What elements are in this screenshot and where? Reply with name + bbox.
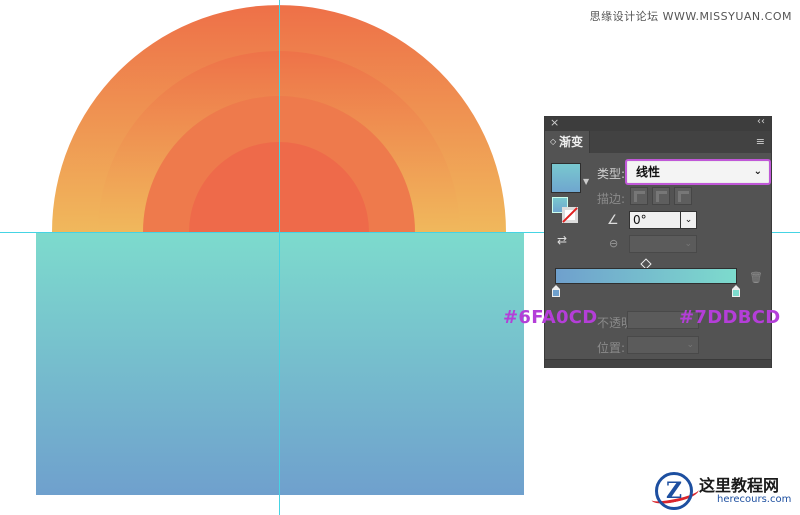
tab-gradient[interactable]: ◇ 渐变 (545, 131, 590, 153)
close-icon[interactable]: × (550, 116, 559, 129)
panel-resize-bar[interactable] (545, 359, 771, 368)
stroke-across-button[interactable] (674, 187, 692, 205)
stroke-within-button[interactable] (630, 187, 648, 205)
chevron-down-icon[interactable]: ⌄ (754, 162, 762, 182)
panel-menu-icon[interactable]: ≡ (756, 135, 765, 148)
tab-expand-icon[interactable]: ◇ (550, 131, 556, 153)
logo-cn-text: 这里教程网 (699, 476, 780, 495)
logo-mark: Z (655, 472, 693, 510)
aspect-ratio-input[interactable]: ⌄ (629, 235, 697, 253)
gradient-stop-right[interactable] (732, 285, 740, 297)
position-label: 位置: (597, 341, 626, 355)
angle-icon: ∠ (607, 213, 619, 228)
type-select[interactable]: 线性 ⌄ (625, 159, 771, 185)
right-stop-hex-label: #7DDBCD (679, 307, 781, 328)
vertical-guide (279, 0, 280, 515)
collapse-icon[interactable]: ‹‹ (757, 116, 765, 127)
type-label: 类型: (597, 167, 626, 181)
type-value: 线性 (636, 165, 661, 179)
trash-icon[interactable]: 🗑 (749, 271, 763, 284)
gradient-swatch[interactable] (551, 163, 581, 193)
angle-input[interactable]: 0° (629, 211, 681, 229)
swatch-dropdown-icon[interactable]: ▼ (583, 177, 589, 186)
tab-label: 渐变 (559, 135, 584, 149)
fill-stroke-toggle[interactable] (552, 197, 578, 223)
stroke-along-button[interactable] (652, 187, 670, 205)
watermark-text: 思缘设计论坛 WWW.MISSYUAN.COM (589, 10, 792, 23)
logo-en-text: herecours.com (717, 494, 792, 505)
site-logo: Z 这里教程网 herecours.com (650, 470, 795, 512)
gradient-ramp[interactable] (555, 268, 737, 284)
sea-rectangle (36, 232, 524, 495)
gradient-panel: × ‹‹ ◇ 渐变 ≡ ▼ ⇄ 类型: 线性 ⌄ 描边: ∠ 0° ⌄ ⊖ ⌄ … (544, 116, 772, 368)
left-stop-hex-label: #6FA0CD (503, 307, 598, 328)
panel-titlebar[interactable]: × ‹‹ (545, 116, 771, 131)
aspect-ratio-icon: ⊖ (609, 237, 619, 250)
position-input[interactable]: ⌄ (627, 336, 699, 354)
stroke-label: 描边: (597, 192, 626, 206)
angle-dropdown-icon[interactable]: ⌄ (681, 211, 697, 229)
gradient-stop-left[interactable] (552, 285, 560, 297)
reverse-gradient-icon[interactable]: ⇄ (557, 233, 567, 247)
